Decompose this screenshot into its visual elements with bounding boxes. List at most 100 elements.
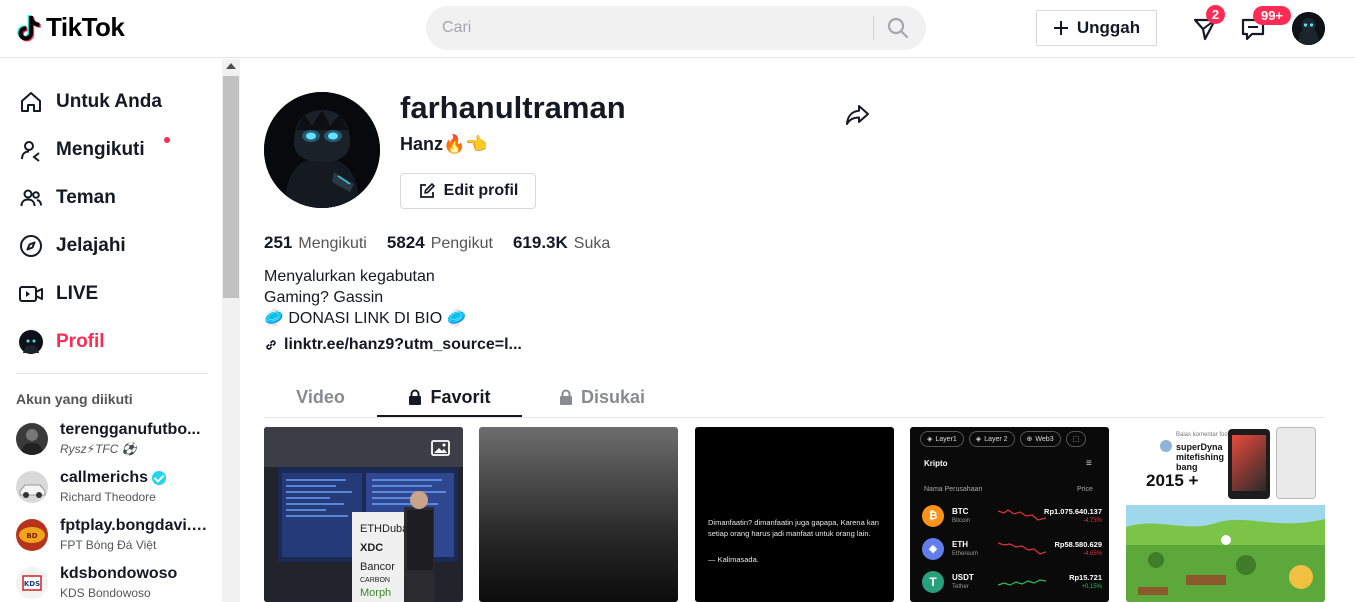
profile-username: farhanultraman: [400, 90, 626, 125]
profile-tabs: Video Favorit Disukai: [264, 376, 1325, 418]
phone-image: [1276, 427, 1316, 499]
following-label: Mengikuti: [298, 235, 367, 252]
crypto-tab: ◈ Layer1: [920, 431, 964, 447]
reply-text: superDyna mitefishing bang: [1176, 442, 1224, 472]
coin-change: -4,65%: [1082, 551, 1102, 557]
crypto-col-header: Price: [1077, 486, 1093, 493]
tab-label: Video: [296, 386, 345, 407]
tiktok-note-icon: [17, 14, 41, 41]
comment-reply-card: Balas komentar football_999 superDyna mi…: [1126, 427, 1325, 502]
crypto-col-header: Nama Perusahaan: [924, 486, 983, 493]
crypto-row: ◆ ETH Ethereum Rp58.580.629 -4,65%: [922, 538, 1102, 564]
coin-symbol: ETH: [952, 540, 968, 549]
likes-count: 619.3K: [512, 233, 568, 252]
account-display-name: KDS Bondowoso: [60, 586, 151, 600]
nav-label: Profil: [56, 331, 105, 352]
followed-account[interactable]: terengganufutbo... Rysz⚡TFC ⚽: [16, 421, 216, 459]
link-text: linktr.ee/hanz9?utm_source=l...: [284, 336, 522, 353]
coin-change: +0,15%: [1081, 584, 1102, 590]
overlay-line: CARBON: [360, 577, 390, 584]
share-icon[interactable]: [844, 102, 870, 128]
crypto-title: Kripto: [924, 459, 948, 468]
video-tile[interactable]: ◈ Layer1 ◈ Layer 2 ⊕ Web3 ⬚ Kripto ≡ Nama P…: [910, 427, 1109, 602]
stat-following[interactable]: 251 Mengikuti: [264, 233, 367, 253]
followed-account[interactable]: KDS kdsbondowoso KDS Bondowoso: [16, 565, 216, 602]
phone-image: [1228, 429, 1270, 499]
messages-badge: 99+: [1253, 6, 1291, 25]
coin-name: Bitcoin: [952, 518, 971, 524]
scroll-thumb[interactable]: [223, 76, 239, 298]
crypto-tab-label: Layer1: [935, 435, 957, 443]
tab-video[interactable]: Video: [264, 376, 377, 418]
edit-profile-button[interactable]: Edit profil: [400, 173, 536, 209]
nav-label: LIVE: [56, 283, 99, 304]
account-username: fptplay.bongdavi...: [60, 517, 210, 535]
link-icon: [266, 340, 276, 350]
video-tile[interactable]: Dimanfaatin? dimanfaatin juga gapapa, Ka…: [695, 427, 894, 602]
bitcoin-icon: ₿: [922, 505, 944, 527]
profile-avatar-image: [264, 92, 380, 208]
nav-live[interactable]: LIVE: [18, 281, 98, 307]
sidebar: Untuk Anda Mengikuti Teman Jelajahi LIVE…: [0, 59, 240, 602]
followed-account[interactable]: BD fptplay.bongdavi... FPT Bóng Đá Việt: [16, 517, 216, 555]
coin-name: Ethereum: [952, 551, 979, 557]
user-avatar[interactable]: [1292, 12, 1325, 45]
top-bar: TikTok Unggah 2 99+: [0, 0, 1355, 58]
crypto-tab: ⬚: [1065, 431, 1087, 447]
svg-text:BD: BD: [26, 532, 37, 540]
upload-button[interactable]: Unggah: [1036, 10, 1157, 46]
tab-favorites[interactable]: Favorit: [377, 376, 522, 418]
overlay-line: Bancor: [360, 561, 395, 573]
nav-friends[interactable]: Teman: [18, 185, 116, 211]
overlay-line: ETHDubai: [360, 523, 411, 535]
sparkline: [998, 542, 1046, 555]
svg-text:KDS: KDS: [24, 580, 40, 588]
crypto-row: ₿ BTC Bitcoin Rp1.075.640.137 -4,73%: [922, 505, 1102, 531]
overlay-line: XDC: [360, 542, 384, 554]
account-display-name: Richard Theodore: [60, 490, 156, 504]
video-tile[interactable]: Balas komentar football_999 superDyna mi…: [1126, 427, 1325, 602]
sidebar-divider: [16, 373, 208, 374]
overlay-big-text: 2015 +: [1146, 471, 1199, 490]
tab-label: Disukai: [580, 386, 646, 407]
active-tab-indicator: [377, 415, 522, 417]
overlay-line: Morph: [360, 587, 392, 599]
tether-icon: T: [922, 571, 944, 593]
game-screenshot: [1126, 505, 1325, 602]
account-username: kdsbondowoso: [60, 565, 178, 582]
tab-liked[interactable]: Disukai: [542, 376, 662, 418]
video-tile[interactable]: ETHDubai XDC Bancor CARBON Morph: [264, 427, 463, 602]
plus-icon: [1053, 21, 1068, 35]
search-icon[interactable]: [886, 16, 910, 40]
home-icon: [18, 89, 44, 115]
profile-stats: 251 Mengikuti 5824 Pengikut 619.3K Suka: [264, 233, 610, 253]
profile-nickname: Hanz🔥👈: [400, 134, 488, 154]
stat-followers[interactable]: 5824 Pengikut: [387, 233, 493, 253]
sort-icon: ≡: [1086, 458, 1092, 469]
profile-avatar[interactable]: [264, 92, 380, 208]
nav-explore[interactable]: Jelajahi: [18, 233, 126, 259]
tiktok-logo[interactable]: TikTok: [16, 12, 125, 43]
nav-for-you[interactable]: Untuk Anda: [18, 89, 162, 115]
video-tile[interactable]: [479, 427, 678, 602]
followers-count: 5824: [386, 233, 425, 252]
account-avatar: KDS: [16, 567, 48, 599]
quote-text: Dimanfaatin? dimanfaatin juga gapapa, Ka…: [708, 518, 879, 538]
sidebar-scrollbar[interactable]: [222, 59, 240, 602]
scroll-up-arrow-icon[interactable]: [226, 63, 236, 69]
coin-price: Rp15.721: [1069, 573, 1102, 582]
tab-label: Favorit: [430, 386, 491, 407]
followed-account[interactable]: callmerichs Richard Theodore: [16, 469, 216, 507]
reply-line: mitefishing: [1176, 452, 1225, 462]
globe-icon: ⊕: [1026, 436, 1033, 443]
nav-profile[interactable]: Profil: [18, 329, 105, 355]
profile-link[interactable]: linktr.ee/hanz9?utm_source=l...: [264, 336, 522, 354]
bio-line: Menyalurkan kegabutan: [264, 268, 435, 285]
avatar-image: [1292, 12, 1325, 45]
nav-following[interactable]: Mengikuti: [18, 137, 170, 163]
search-input[interactable]: [442, 6, 862, 50]
account-avatar: BD: [16, 519, 48, 551]
logo-text: TikTok: [46, 12, 125, 42]
tile-overlay-text: ETHDubai XDC Bancor CARBON Morph: [360, 523, 411, 600]
following-icon: [18, 137, 44, 163]
